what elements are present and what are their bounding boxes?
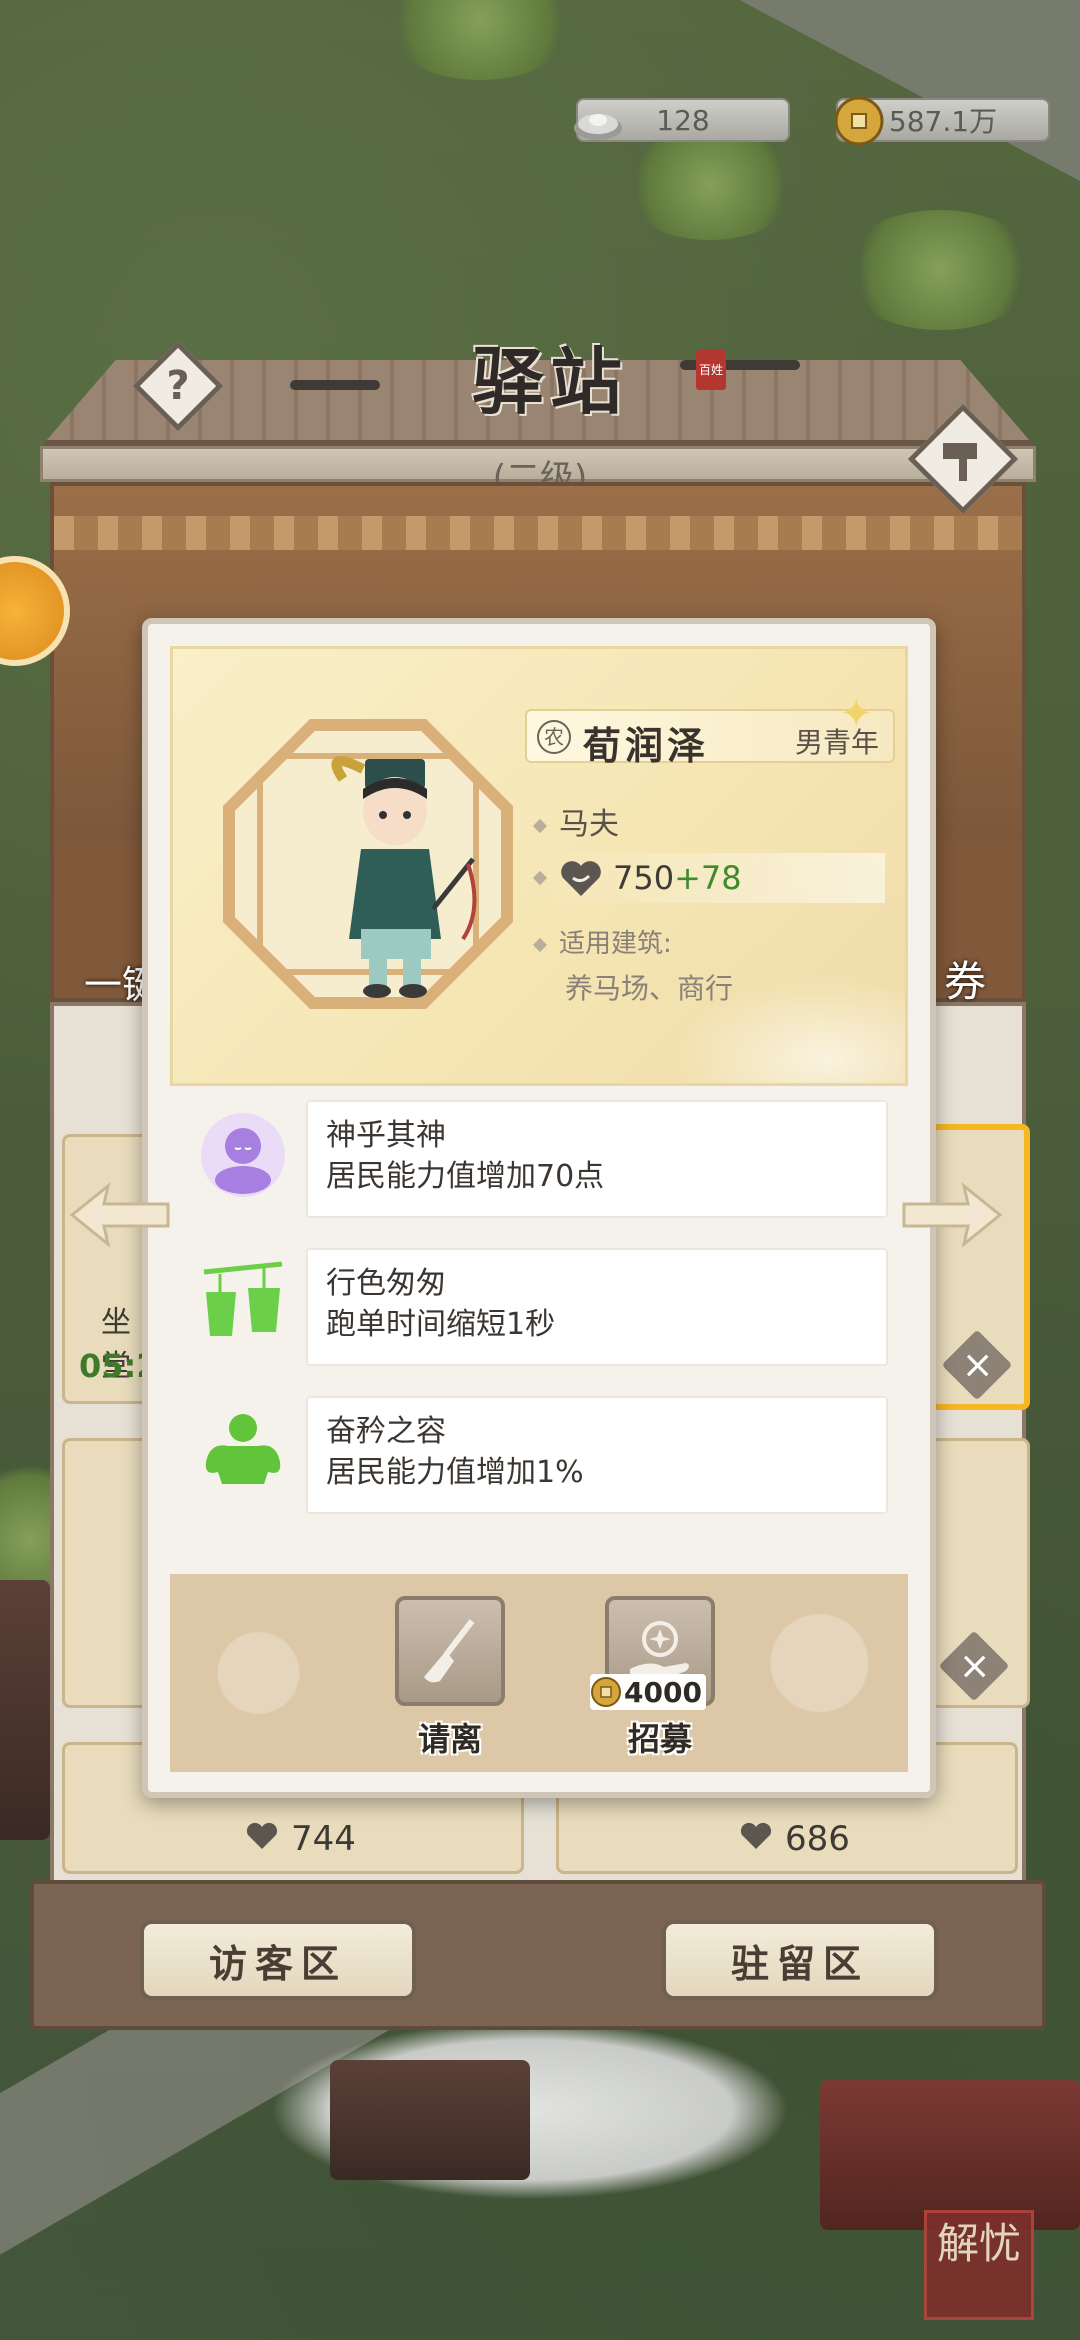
trait-item[interactable]: 奋矜之容 居民能力值增加1% [170,1396,908,1522]
sparkle-icon: ✦ [839,691,873,737]
dismiss-button[interactable]: 请离 [390,1596,510,1760]
buddha-icon [201,1113,285,1197]
resident-portrait [331,756,477,998]
silver-counter[interactable]: 128 [574,98,790,142]
recruit-cost-value: 4000 [624,1675,702,1709]
relief-badge[interactable]: 解忧 [924,2210,1034,2320]
trait-item[interactable]: 神乎其神 居民能力值增加70点 [170,1100,908,1226]
voucher-label[interactable]: 券 [944,948,986,1009]
remove-button-2[interactable]: × [938,1630,1010,1702]
silver-ingot-icon [574,114,622,140]
power-heart-icon [246,1822,278,1849]
copper-coin-icon [591,1677,621,1707]
stay-area-tab[interactable]: 驻留区 [662,1920,938,2000]
card-power: 744 [291,1819,356,1859]
resident-job: 马夫 [559,807,619,842]
trait-text-box: 行色匆匆 跑单时间缩短1秒 [306,1248,888,1366]
close-icon: × [958,1643,991,1688]
previous-resident-arrow[interactable] [64,1180,174,1250]
farmer-type-badge: 农 [537,720,571,754]
recruit-cost: 4000 [590,1674,706,1710]
close-icon: × [961,1342,994,1387]
resident-card-right-selected[interactable]: × [930,1124,1030,1410]
hammer-icon [943,443,977,481]
bullet-icon [532,870,548,886]
visitor-area-tab[interactable]: 访客区 [140,1920,416,2000]
power-base-value: 750 [613,859,675,897]
power-bonus-value: +78 [674,859,742,897]
resident-card-left-2[interactable] [62,1438,152,1708]
trait-desc: 居民能力值增加1% [326,1455,584,1490]
action-bar: 请离 4000 招募 [170,1574,908,1772]
next-resident-arrow[interactable] [898,1180,1008,1250]
remove-button[interactable]: × [941,1329,1013,1401]
building-title: 驿站 [471,338,628,424]
trait-name: 奋矜之容 [326,1414,446,1449]
title-seal: 百姓 [696,350,726,390]
trait-desc: 居民能力值增加70点 [326,1159,605,1194]
strongman-icon [205,1414,281,1484]
bullet-icon [532,937,548,952]
broom-icon [424,1619,475,1683]
trait-name: 行色匆匆 [326,1266,446,1301]
coin-amount: 587.1万 [888,105,998,138]
trait-text-box: 奋矜之容 居民能力值增加1% [306,1396,888,1514]
resident-name-plate: 农 荀润泽 男青年 ✦ [525,691,895,768]
resident-card-left[interactable]: 坐堂 05:2 [62,1134,159,1404]
resident-detail-modal: 农 荀润泽 男青年 ✦ 马夫 750 +78 适用建筑: 养马场、商行 神乎其神… [142,618,936,1798]
power-heart-icon [740,1822,772,1849]
suitable-buildings: 养马场、商行 [565,972,734,1005]
trait-desc: 跑单时间缩短1秒 [326,1307,556,1342]
act-icon-frame [395,1596,505,1706]
resident-name: 荀润泽 [583,723,710,768]
buildings-label: 适用建筑: [559,929,672,959]
resident-job-row: 马夫 [532,799,619,843]
resident-power-row: 750 +78 [532,853,885,903]
power-heart-icon [561,861,601,896]
recruit-button[interactable]: 4000 招募 [590,1596,720,1760]
trait-name: 神乎其神 [326,1118,446,1153]
building-title-banner: 驿站 百姓 [290,320,800,430]
coin-counter[interactable]: 587.1万 [834,96,1050,146]
dismiss-label: 请离 [417,1720,482,1758]
bullet-icon [532,818,548,833]
resident-profile-card: 农 荀润泽 男青年 ✦ 马夫 750 +78 适用建筑: 养马场、商行 [170,646,908,1086]
resident-card-right-2[interactable]: × [930,1438,1030,1708]
copper-coin-icon [834,96,884,146]
trait-item[interactable]: 行色匆匆 跑单时间缩短1秒 [170,1248,908,1374]
card-power: 686 [785,1819,850,1859]
silver-amount: 128 [656,103,710,137]
baskets-icon [203,1261,283,1336]
trait-text-box: 神乎其神 居民能力值增加70点 [306,1100,888,1218]
question-icon: ? [166,363,190,409]
recruit-label: 招募 [627,1720,692,1758]
buildings-label-row: 适用建筑: [532,923,672,960]
